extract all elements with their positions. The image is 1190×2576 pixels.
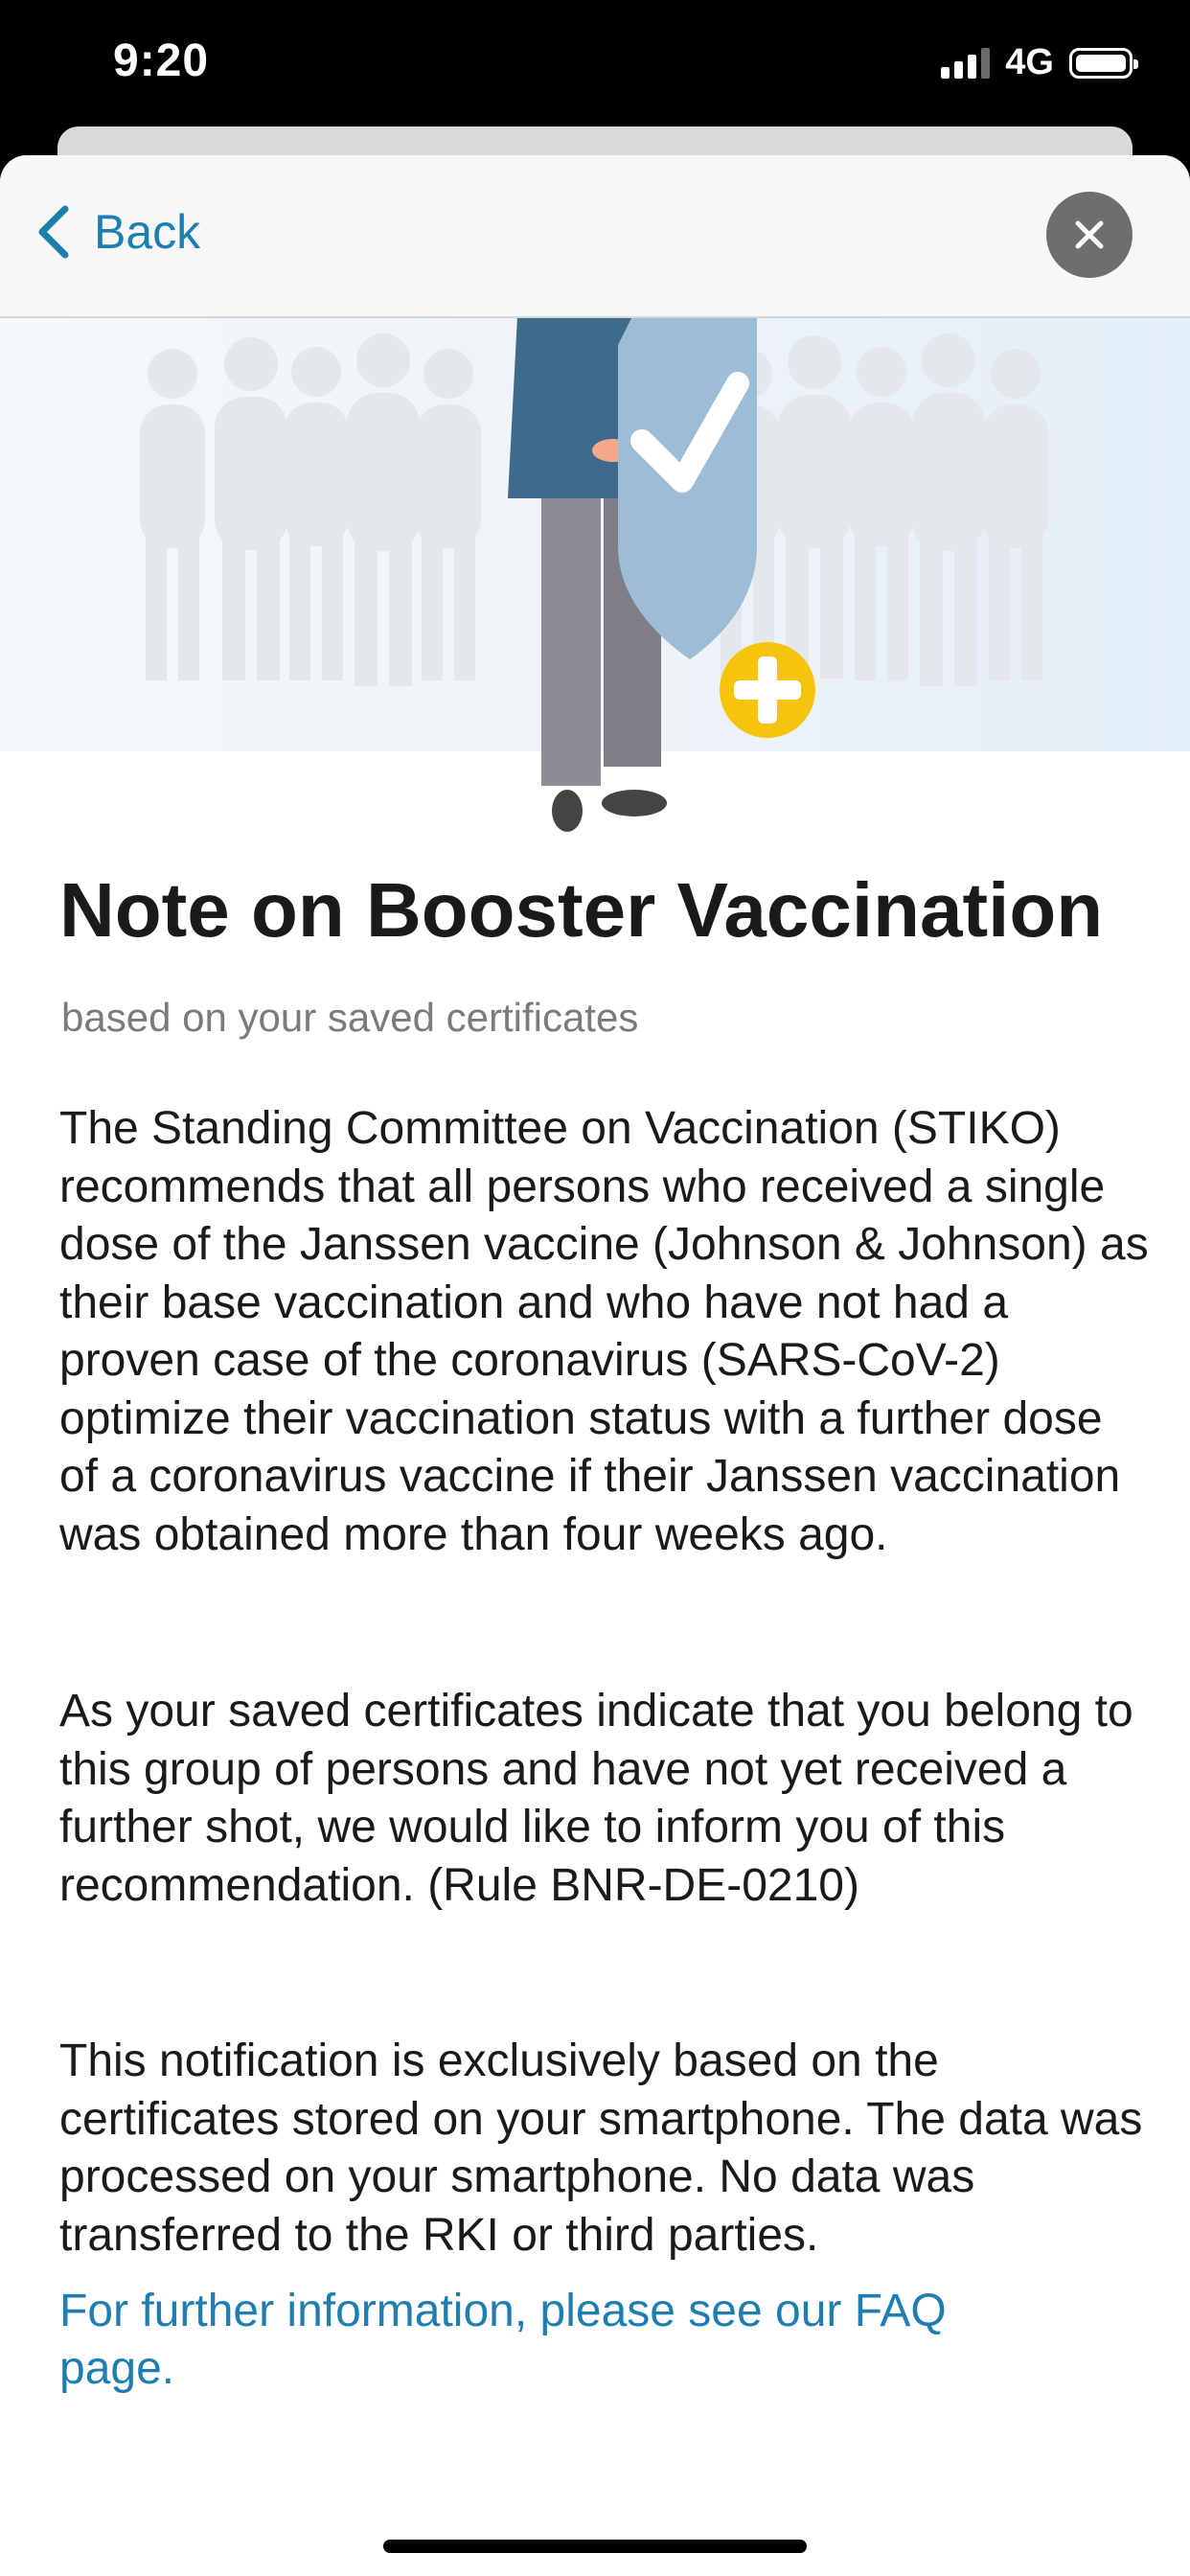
faq-link[interactable]: For further information, please see our … — [59, 2283, 979, 2398]
cellular-signal-icon — [941, 47, 991, 79]
page-subtitle: based on your saved certificates — [61, 995, 639, 1040]
back-label: Back — [94, 205, 201, 259]
home-indicator — [383, 2540, 807, 2553]
hero-illustration — [0, 316, 1190, 853]
privacy-paragraph: This notification is exclusively based o… — [59, 2036, 1143, 2261]
network-type: 4G — [1005, 42, 1054, 82]
booster-vaccination-illustration — [140, 316, 1048, 832]
group-notice-paragraph: As your saved certificates indicate that… — [59, 1686, 1133, 1911]
navigation-bar: Back — [0, 155, 1190, 318]
chevron-left-icon — [38, 205, 69, 259]
battery-icon — [1069, 47, 1138, 79]
status-time: 9:20 — [113, 35, 210, 86]
back-button[interactable]: Back — [34, 203, 200, 261]
close-button[interactable] — [1046, 192, 1133, 278]
close-icon — [1075, 220, 1104, 249]
recommendation-paragraph: The Standing Committee on Vaccination (S… — [59, 1103, 1149, 1560]
booster-note-sheet: Back Note on Booster Vaccination based o… — [0, 155, 1190, 2576]
page-title: Note on Booster Vaccination — [59, 867, 1104, 953]
status-indicators: 4G — [941, 42, 1138, 83]
plus-badge-icon — [720, 642, 815, 738]
shield-check-icon — [618, 316, 757, 659]
status-bar: 9:20 4G — [0, 0, 1190, 134]
